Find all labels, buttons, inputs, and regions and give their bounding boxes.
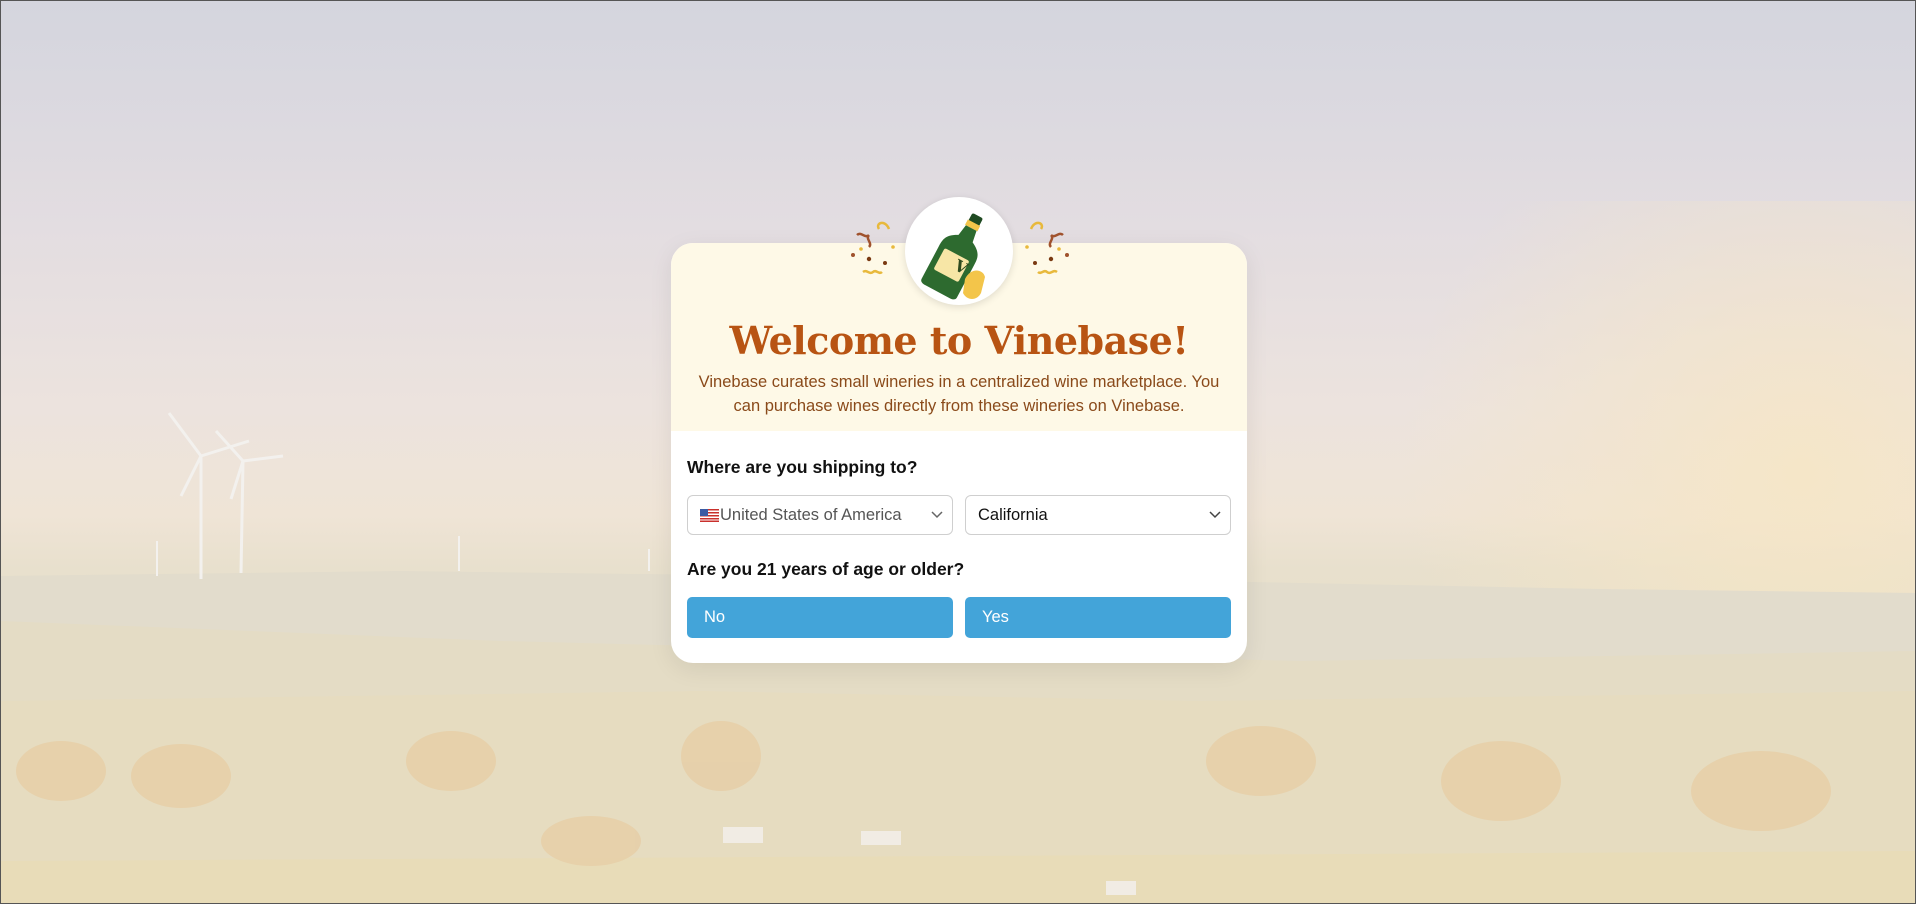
chevron-down-icon [1200, 511, 1230, 519]
confetti-icon [1025, 221, 1069, 275]
welcome-modal: V Welcome to Vinebase! Vinebase curates … [671, 197, 1247, 663]
confetti-icon [851, 221, 895, 275]
us-flag-icon [700, 508, 719, 522]
shipping-question: Where are you shipping to? [687, 457, 918, 477]
wine-bottle-icon: V [921, 213, 985, 300]
state-value: California [978, 505, 1048, 524]
no-button[interactable]: No [687, 597, 953, 638]
modal-title: Welcome to Vinebase! [729, 318, 1189, 363]
age-question: Are you 21 years of age or older? [687, 559, 965, 579]
modal-description: Vinebase curates small wineries in a cen… [698, 373, 1220, 415]
yes-button[interactable]: Yes [965, 597, 1231, 638]
country-select[interactable]: United States of America [687, 495, 953, 535]
chevron-down-icon [922, 511, 952, 519]
state-select[interactable]: California [965, 495, 1231, 535]
emblem-circle: V [905, 197, 1013, 305]
country-value: United States of America [720, 505, 902, 524]
